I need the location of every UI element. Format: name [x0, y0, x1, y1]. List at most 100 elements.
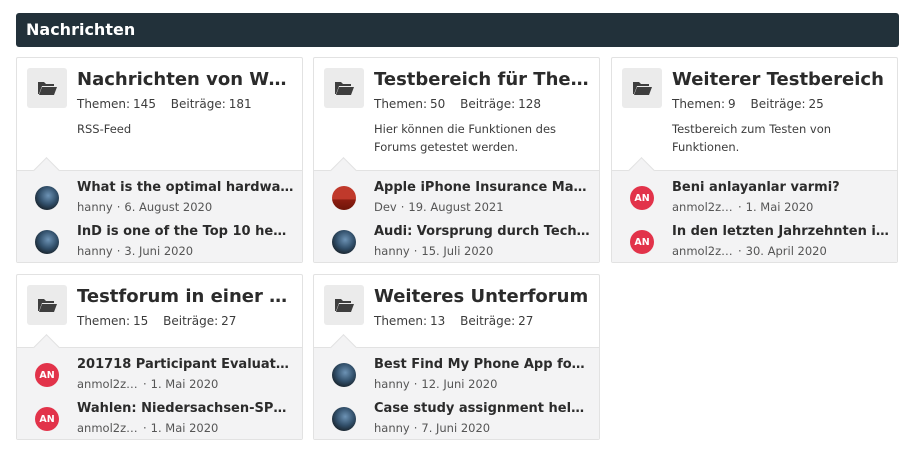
- post-title-link[interactable]: Wahlen: Niedersachsen-SPD lie...: [77, 400, 294, 418]
- board-description: Testbereich zum Testen von Funktionen.: [672, 122, 832, 154]
- meta-separator: ·: [413, 421, 418, 435]
- board-card: Nachrichten von WoltLab Themen:145 Beitr…: [16, 57, 303, 263]
- avatar[interactable]: AN: [630, 186, 654, 210]
- last-post-item: What is the optimal hardware r... hanny·…: [17, 177, 302, 217]
- folder-open-icon[interactable]: [324, 68, 364, 108]
- last-post-item: AN Beni anlayanlar varmi? anmol2zl... · 1.…: [612, 177, 897, 217]
- meta-separator: ·: [116, 200, 121, 214]
- topics-count: 50: [430, 97, 446, 111]
- post-title-link[interactable]: InD is one of the Top 10 health...: [77, 223, 294, 241]
- post-date: 19. August 2021: [408, 200, 504, 214]
- post-date: 12. Juni 2020: [421, 377, 498, 391]
- last-posts-list: AN 201718 Participant Evaluate: ... anmo…: [17, 347, 302, 439]
- board-stats: Themen: 13 Beiträge: 27: [374, 314, 533, 328]
- meta-separator: ·: [413, 244, 418, 258]
- post-date: 7. Juni 2020: [421, 421, 491, 435]
- post-date: 1. Mai 2020: [150, 377, 219, 391]
- section-title[interactable]: Nachrichten: [26, 20, 135, 39]
- post-title-link[interactable]: Beni anlayanlar varmi?: [672, 179, 889, 197]
- meta-separator: ·: [400, 200, 405, 214]
- post-author-link[interactable]: anmol2zl...: [77, 420, 139, 436]
- avatar[interactable]: AN: [630, 230, 654, 254]
- avatar[interactable]: AN: [35, 363, 59, 387]
- posts-label: Beiträge:: [170, 97, 226, 111]
- last-post-item: Apple iPhone Insurance Made S... Dev·19.…: [314, 177, 599, 217]
- last-post-item: Case study assignment help by ... hanny·…: [314, 398, 599, 438]
- topics-count: 9: [728, 97, 736, 111]
- folder-open-icon[interactable]: [27, 68, 67, 108]
- avatar[interactable]: [332, 186, 356, 210]
- meta-separator: ·: [116, 244, 121, 258]
- board-title-link[interactable]: Testforum in einer Unte...: [77, 285, 294, 309]
- post-title-link[interactable]: In den letzten Jahrzehnten ist ...: [672, 223, 889, 241]
- board-card: Testforum in einer Unte... Themen:15 Bei…: [16, 274, 303, 440]
- board-card: Weiterer Testbereich Themen: 9 Beiträge: 2…: [611, 57, 898, 263]
- post-date: 1. Mai 2020: [745, 200, 814, 214]
- avatar[interactable]: AN: [35, 407, 59, 431]
- post-author-link[interactable]: hanny: [374, 420, 410, 436]
- board-title-link[interactable]: Testbereich für Themen: [374, 68, 591, 92]
- board-description: RSS-Feed: [77, 122, 132, 136]
- last-posts-list: Best Find My Phone App for An... hanny·1…: [314, 347, 599, 439]
- board-card: Testbereich für Themen Themen: 50 Beiträg…: [313, 57, 600, 263]
- topics-count: 145: [133, 97, 156, 111]
- board-stats: Themen: 50 Beiträge: 128: [374, 97, 541, 111]
- avatar[interactable]: [332, 230, 356, 254]
- meta-separator: ·: [413, 377, 418, 391]
- avatar[interactable]: [332, 407, 356, 431]
- folder-open-icon[interactable]: [622, 68, 662, 108]
- meta-separator: ·: [738, 200, 742, 214]
- post-date: 6. August 2020: [124, 200, 213, 214]
- post-author-link[interactable]: anmol2zl...: [77, 376, 139, 392]
- last-posts-list: AN Beni anlayanlar varmi? anmol2zl... · 1.…: [612, 170, 897, 262]
- post-author-link[interactable]: hanny: [77, 243, 113, 259]
- board-stats: Themen: 9 Beiträge: 25: [672, 97, 824, 111]
- posts-count: 128: [518, 97, 542, 111]
- last-post-item: AN Wahlen: Niedersachsen-SPD lie... anmo…: [17, 398, 302, 438]
- meta-separator: ·: [143, 421, 147, 435]
- topics-label: Themen:: [672, 97, 726, 111]
- avatar[interactable]: [35, 186, 59, 210]
- post-author-link[interactable]: hanny: [374, 243, 410, 259]
- post-title-link[interactable]: Audi: Vorsprung durch Technik: [374, 223, 591, 241]
- topics-count: 13: [430, 314, 446, 328]
- section-header[interactable]: Nachrichten: [16, 13, 899, 47]
- topics-label: Themen:: [77, 97, 131, 111]
- last-posts-list: What is the optimal hardware r... hanny·…: [17, 170, 302, 262]
- meta-separator: ·: [738, 244, 742, 258]
- posts-label: Beiträge:: [750, 97, 806, 111]
- last-post-item: AN In den letzten Jahrzehnten ist ... an…: [612, 221, 897, 261]
- last-posts-list: Apple iPhone Insurance Made S... Dev·19.…: [314, 170, 599, 262]
- post-title-link[interactable]: 201718 Participant Evaluate: ...: [77, 356, 294, 374]
- board-title-link[interactable]: Nachrichten von WoltLab: [77, 68, 294, 92]
- post-title-link[interactable]: Case study assignment help by ...: [374, 400, 591, 418]
- posts-count: 27: [518, 314, 534, 328]
- posts-label: Beiträge:: [460, 314, 516, 328]
- post-date: 3. Juni 2020: [124, 244, 194, 258]
- posts-count: 25: [808, 97, 824, 111]
- posts-label: Beiträge:: [163, 314, 219, 328]
- last-post-item: InD is one of the Top 10 health... hanny…: [17, 221, 302, 261]
- board-stats: Themen: 145 Beiträge: 181: [77, 97, 252, 111]
- post-author-link[interactable]: anmol2zl...: [672, 243, 734, 259]
- post-author-link[interactable]: hanny: [374, 376, 410, 392]
- post-title-link[interactable]: Apple iPhone Insurance Made S...: [374, 179, 591, 197]
- post-title-link[interactable]: What is the optimal hardware r...: [77, 179, 294, 197]
- board-title-link[interactable]: Weiterer Testbereich: [672, 68, 889, 92]
- folder-open-icon[interactable]: [324, 285, 364, 325]
- post-title-link[interactable]: Best Find My Phone App for An...: [374, 356, 591, 374]
- topics-label: Themen:: [374, 97, 428, 111]
- last-post-item: Audi: Vorsprung durch Technik hanny · 15. …: [314, 221, 599, 261]
- board-title-link[interactable]: Weiteres Unterforum: [374, 285, 591, 309]
- board-stats: Themen: 15 Beiträge: 27: [77, 314, 236, 328]
- avatar[interactable]: [332, 363, 356, 387]
- post-author-link[interactable]: Dev: [374, 199, 397, 215]
- post-author-link[interactable]: anmol2zl...: [672, 199, 734, 215]
- posts-count: 27: [221, 314, 237, 328]
- board-card: Weiteres Unterforum Themen: 13 Beiträge: 2…: [313, 274, 600, 440]
- avatar[interactable]: [35, 230, 59, 254]
- board-description: Hier können die Funktionen des Forums ge…: [374, 122, 557, 154]
- topics-label: Themen:: [374, 314, 428, 328]
- folder-open-icon[interactable]: [27, 285, 67, 325]
- post-author-link[interactable]: hanny: [77, 199, 113, 215]
